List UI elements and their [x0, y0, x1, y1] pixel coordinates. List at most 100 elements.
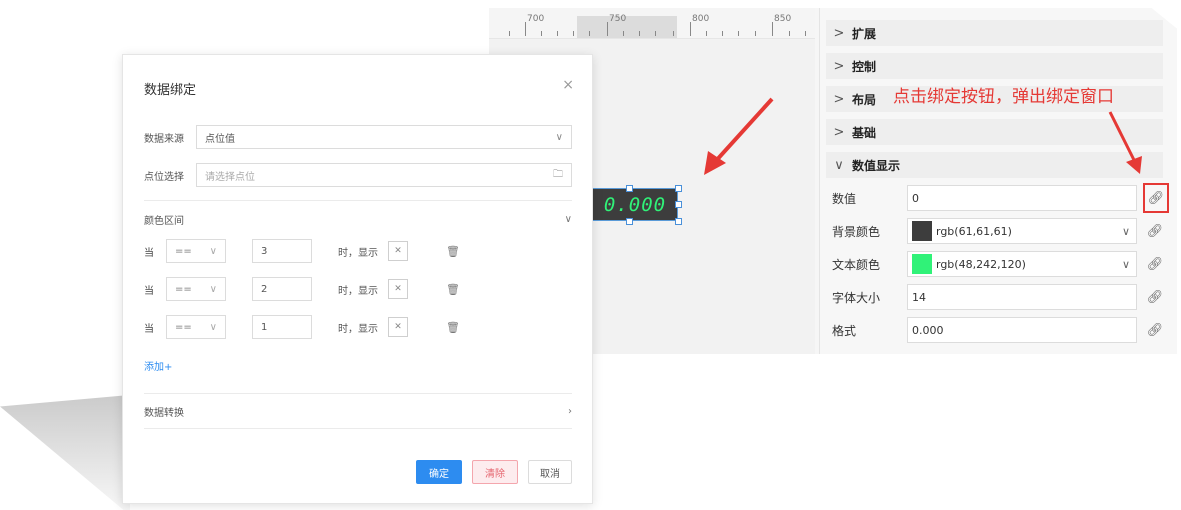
close-icon[interactable]: ×: [562, 77, 574, 93]
operator-select[interactable]: == ∨: [166, 277, 226, 301]
prop-label: 文本颜色: [832, 257, 881, 272]
prop-label: 字体大小: [832, 290, 881, 305]
link-icon: 🔗︎: [1146, 289, 1164, 305]
prop-row-value: 数值 0 🔗︎: [832, 183, 1173, 213]
show-label: 时，显示: [338, 285, 378, 297]
chevron-down-icon: ∨: [209, 321, 217, 333]
convert-label: 数据转换: [144, 408, 184, 419]
show-label: 时，显示: [338, 323, 378, 335]
text-color-select[interactable]: rgb(48,242,120) ∨: [907, 251, 1137, 277]
when-label: 当: [144, 247, 154, 259]
operator-value: ==: [175, 321, 192, 333]
value-input[interactable]: 0: [907, 185, 1137, 211]
chevron-down-icon: ∨: [1121, 224, 1130, 238]
annotation-text: 点击绑定按钮，弹出绑定窗口: [893, 87, 1114, 107]
color-value: rgb(61,61,61): [936, 224, 1012, 238]
resize-handle[interactable]: [626, 218, 633, 225]
trash-icon[interactable]: 🗑︎: [446, 283, 460, 296]
source-value: 点位值: [205, 133, 235, 145]
resize-handle[interactable]: [675, 218, 682, 225]
source-row: 数据来源 点位值 ∨: [144, 125, 572, 149]
condition-value-input[interactable]: 1: [252, 315, 312, 339]
condition-value-input[interactable]: 3: [252, 239, 312, 263]
format-input[interactable]: 0.000: [907, 317, 1137, 343]
color-picker[interactable]: ✕: [388, 317, 408, 337]
condition-value: 2: [261, 283, 268, 295]
resize-handle[interactable]: [675, 185, 682, 192]
divider: [144, 200, 572, 201]
link-icon: 🔗︎: [1146, 322, 1164, 338]
when-label: 当: [144, 285, 154, 297]
prop-row-text-color: 文本颜色 rgb(48,242,120) ∨ 🔗︎: [832, 250, 1173, 278]
point-placeholder: 请选择点位: [205, 171, 255, 183]
group-label: 扩展: [852, 26, 877, 41]
trash-icon[interactable]: 🗑︎: [446, 245, 460, 258]
group-control[interactable]: > 控制: [826, 53, 1163, 79]
prop-label: 格式: [832, 323, 857, 338]
chevron-right-icon: >: [833, 58, 845, 74]
close-icon: ✕: [394, 246, 402, 256]
clear-button[interactable]: 清除: [472, 460, 518, 484]
resize-handle[interactable]: [626, 185, 633, 192]
bind-link-button[interactable]: 🔗︎: [1143, 183, 1169, 213]
close-icon: ✕: [394, 284, 402, 294]
property-panel: > 扩展 > 控制 > 布局 > 基础 ∨ 数值显示 数值 0 🔗︎ 背景颜色 …: [819, 8, 1177, 354]
group-label: 布局: [852, 92, 877, 107]
resize-handle[interactable]: [675, 201, 682, 208]
bind-link-button[interactable]: 🔗︎: [1143, 219, 1167, 243]
color-swatch: [912, 254, 932, 274]
folder-icon[interactable]: 🗀︎: [553, 167, 563, 184]
chevron-down-icon: ∨: [834, 157, 844, 173]
operator-select[interactable]: == ∨: [166, 315, 226, 339]
data-convert-header[interactable]: 数据转换 ›: [144, 404, 572, 419]
group-extend[interactable]: > 扩展: [826, 20, 1163, 46]
condition-row: 当 == ∨ 3 时，显示 ✕ 🗑︎: [144, 239, 460, 263]
color-value: rgb(48,242,120): [936, 257, 1026, 271]
point-row: 点位选择 请选择点位 🗀︎: [144, 163, 572, 187]
color-range-header[interactable]: 颜色区间 ∨: [144, 212, 572, 227]
bind-link-button[interactable]: 🔗︎: [1143, 252, 1167, 276]
point-select-input[interactable]: 请选择点位 🗀︎: [196, 163, 572, 187]
chevron-down-icon: ∨: [209, 283, 217, 295]
when-label: 当: [144, 323, 154, 335]
cancel-button[interactable]: 取消: [528, 460, 572, 484]
condition-value-input[interactable]: 2: [252, 277, 312, 301]
bind-link-button[interactable]: 🔗︎: [1143, 285, 1167, 309]
chevron-down-icon: ∨: [564, 214, 572, 225]
value-text: 0: [912, 191, 919, 205]
chevron-down-icon: ∨: [555, 131, 563, 143]
chevron-right-icon: >: [833, 124, 845, 140]
chevron-right-icon: ›: [568, 406, 572, 417]
operator-value: ==: [175, 245, 192, 257]
chevron-right-icon: >: [833, 91, 845, 107]
red-arrow-icon: [1108, 111, 1142, 174]
dialog-title: 数据绑定: [144, 83, 197, 98]
color-swatch: [912, 221, 932, 241]
color-picker[interactable]: ✕: [388, 279, 408, 299]
confirm-button[interactable]: 确定: [416, 460, 462, 484]
source-select[interactable]: 点位值 ∨: [196, 125, 572, 149]
color-picker[interactable]: ✕: [388, 241, 408, 261]
color-range-label: 颜色区间: [144, 216, 184, 227]
trash-icon[interactable]: 🗑︎: [446, 321, 460, 334]
group-label: 基础: [852, 125, 877, 140]
source-label: 数据来源: [144, 133, 184, 145]
chevron-right-icon: >: [833, 25, 845, 41]
display-value: 0.000: [603, 193, 667, 216]
bind-link-button[interactable]: 🔗︎: [1143, 318, 1167, 342]
add-condition-link[interactable]: 添加+: [144, 358, 172, 373]
font-size-input[interactable]: 14: [907, 284, 1137, 310]
point-label: 点位选择: [144, 171, 184, 183]
prop-row-format: 格式 0.000 🔗︎: [832, 316, 1173, 344]
prop-row-font-size: 字体大小 14 🔗︎: [832, 283, 1173, 311]
link-icon: 🔗︎: [1146, 223, 1164, 239]
condition-row: 当 == ∨ 1 时，显示 ✕ 🗑︎: [144, 315, 460, 339]
background-shadow: [0, 395, 130, 510]
condition-value: 1: [261, 321, 268, 333]
format-value: 0.000: [912, 323, 944, 337]
bg-color-select[interactable]: rgb(61,61,61) ∨: [907, 218, 1137, 244]
prop-row-bg-color: 背景颜色 rgb(61,61,61) ∨ 🔗︎: [832, 217, 1173, 245]
numeric-display-widget[interactable]: 0.000: [592, 188, 678, 221]
prop-label: 数值: [832, 191, 857, 206]
operator-select[interactable]: == ∨: [166, 239, 226, 263]
